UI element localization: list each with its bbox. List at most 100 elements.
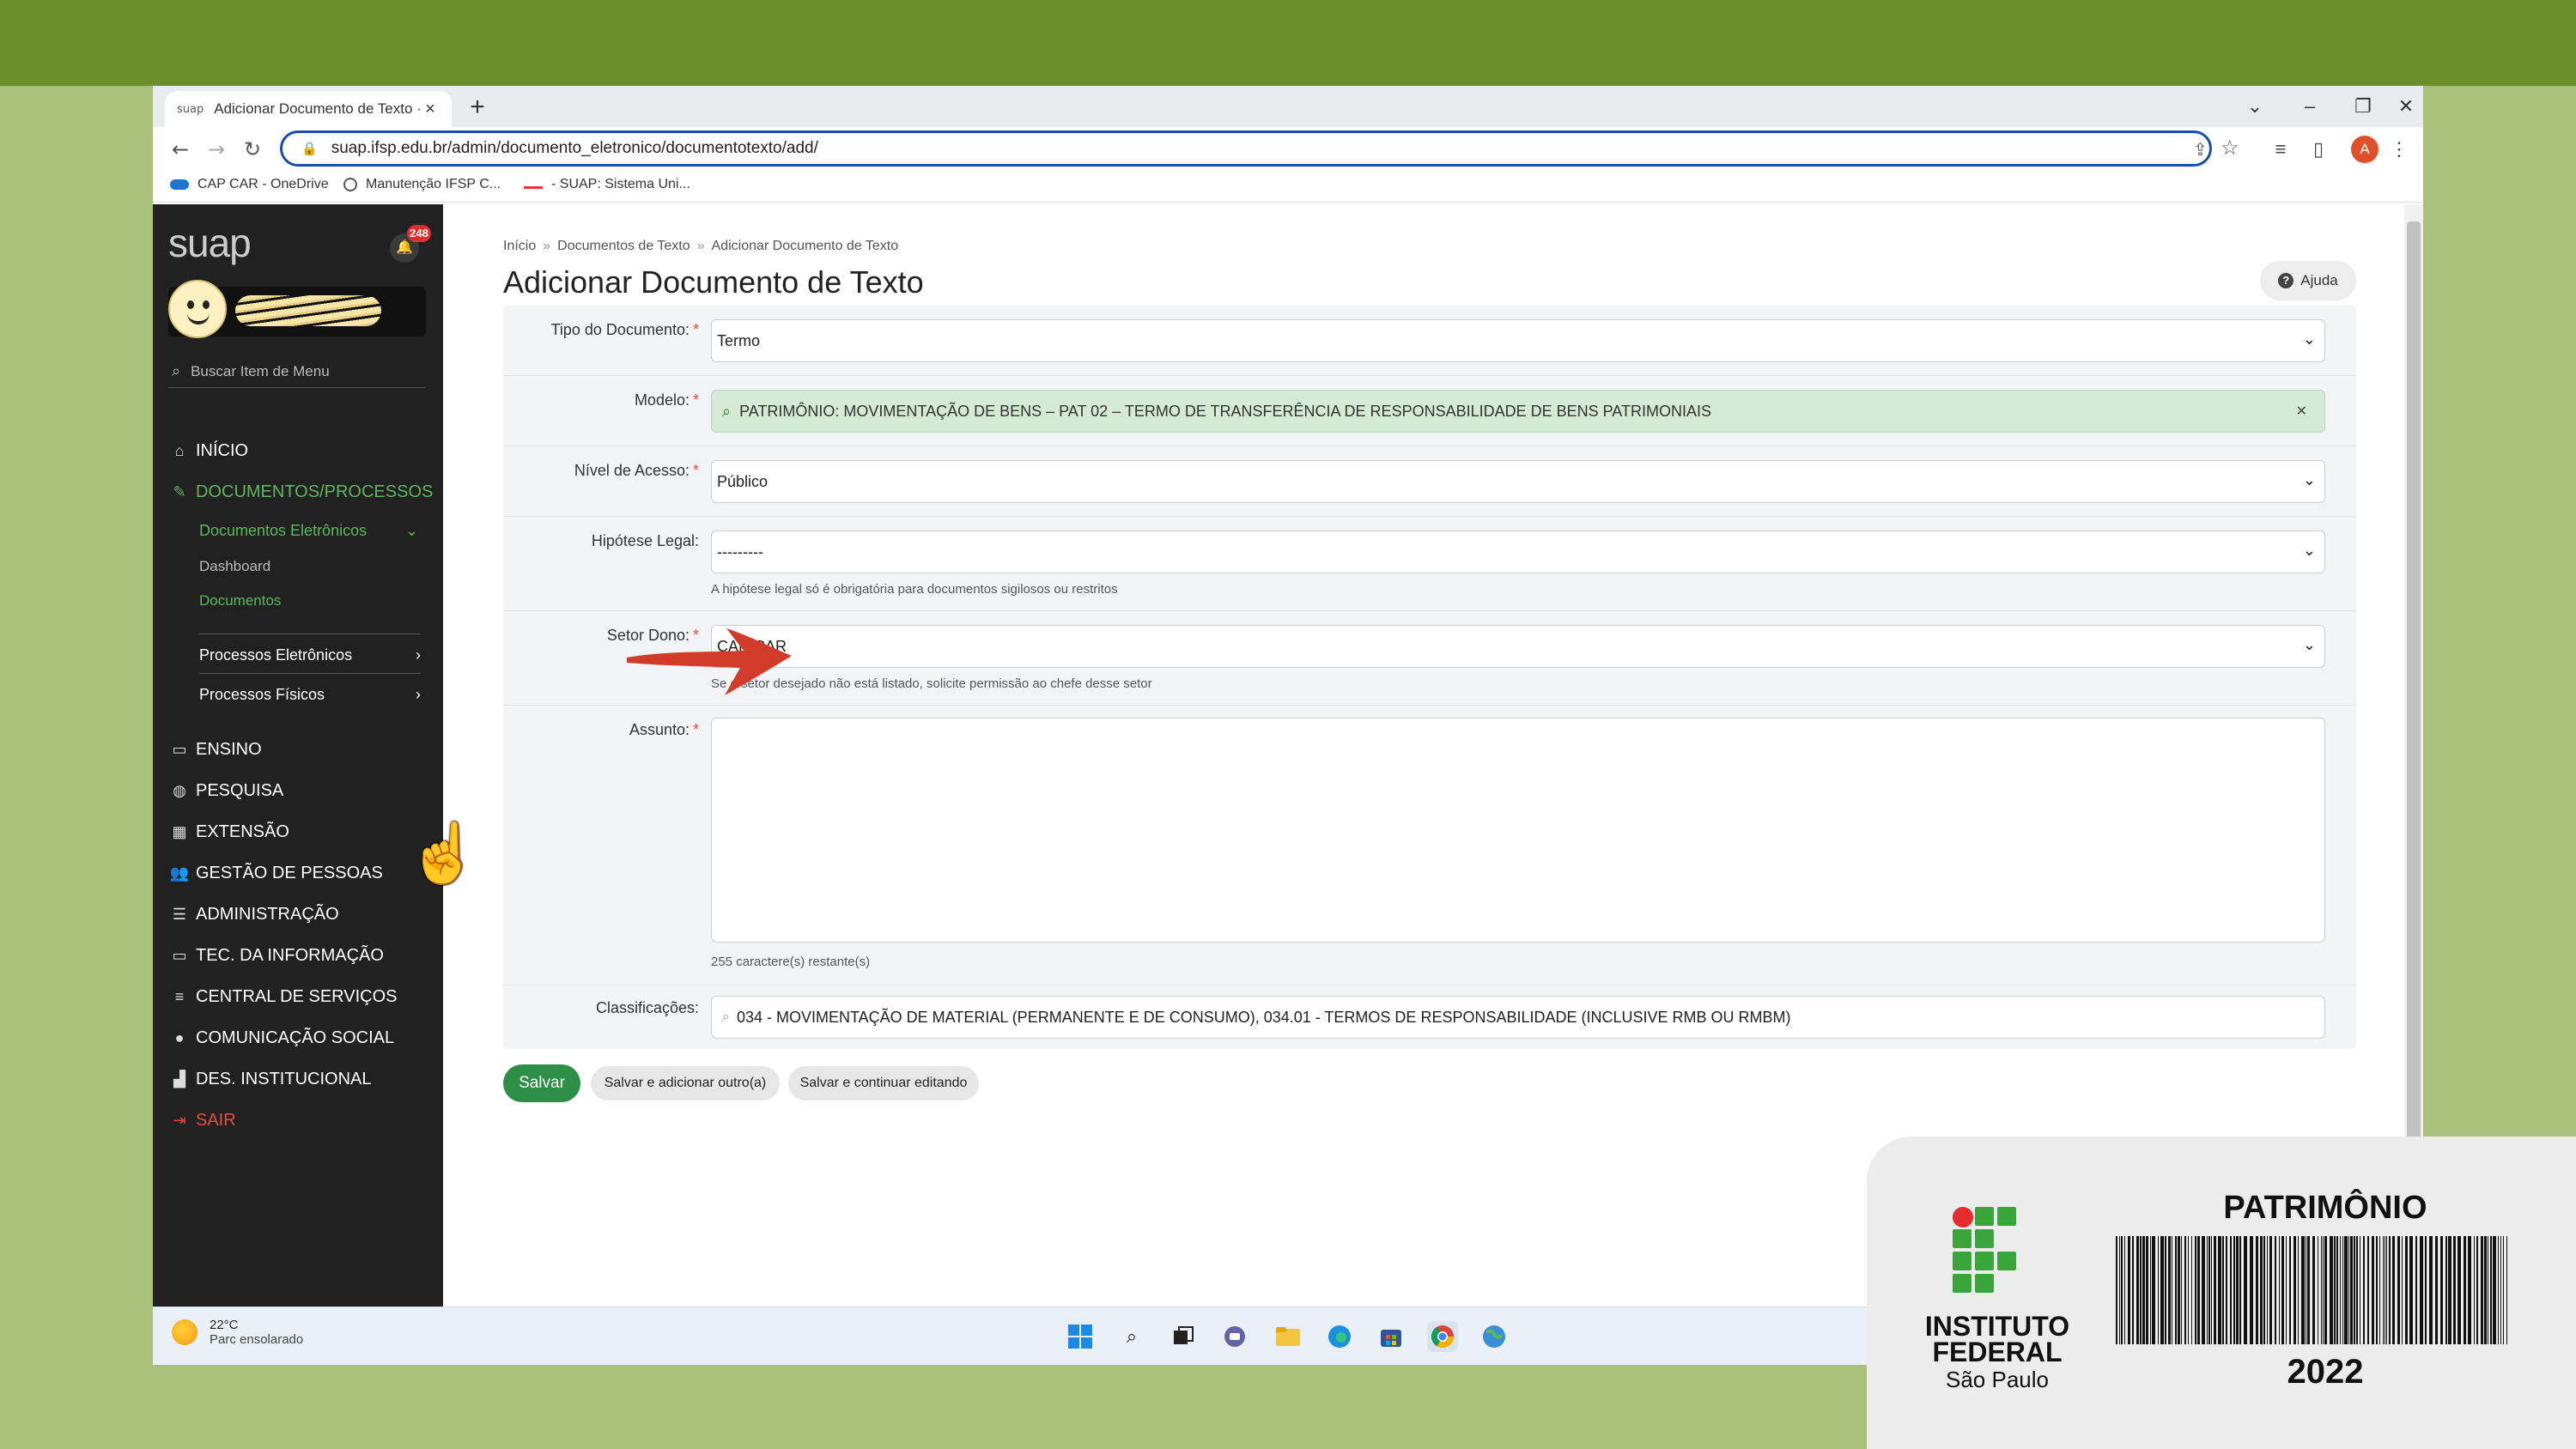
cloud-icon: [170, 179, 189, 190]
chevron-down-icon: ⌄: [2302, 471, 2316, 488]
save-button[interactable]: Salvar: [503, 1064, 580, 1102]
side-panel-icon[interactable]: ▯: [2303, 134, 2334, 165]
sidebar-item-des-institucional[interactable]: ▟ DES. INSTITUCIONAL: [168, 1070, 371, 1089]
new-tab-icon[interactable]: +: [460, 91, 495, 125]
chevron-down-icon: ⌄: [2302, 330, 2316, 348]
close-tab-icon[interactable]: ×: [421, 100, 440, 119]
bookmark-star-icon[interactable]: ☆: [2221, 136, 2239, 161]
sidebar-item-sair[interactable]: ⇥ SAIR: [168, 1111, 235, 1131]
bookmark-onedrive[interactable]: CAP CAR - OneDrive: [170, 177, 329, 192]
weather-condition: Parc ensolarado: [210, 1332, 304, 1347]
suap-favicon-icon: [524, 180, 543, 189]
setor-select[interactable]: CAP-CAR ⌄: [711, 625, 2325, 668]
globe-app-icon[interactable]: [1479, 1321, 1510, 1352]
users-icon: 👥: [169, 864, 190, 882]
sidebar-item-tec-informacao[interactable]: ▭ TEC. DA INFORMAÇÃO: [168, 946, 383, 966]
edge-icon[interactable]: [1324, 1321, 1355, 1352]
hand-cursor-icon: ☝: [407, 821, 480, 886]
sidebar-item-gestao-pessoas[interactable]: 👥 GESTÃO DE PESSOAS: [168, 864, 383, 883]
notification-badge: 248: [407, 225, 431, 242]
row-modelo: Modelo: * ⌕ PATRIMÔNIO: MOVIMENTAÇÃO DE B…: [503, 376, 2356, 446]
tab-title: Adicionar Documento de Texto ·: [214, 100, 421, 117]
tab-active[interactable]: suap Adicionar Documento de Texto · ×: [165, 91, 452, 127]
breadcrumb-documentos[interactable]: Documentos de Texto: [557, 239, 690, 253]
sidebar-item-extensao[interactable]: ▦ EXTENSÃO: [168, 822, 289, 842]
task-view-icon[interactable]: [1168, 1321, 1199, 1352]
sidebar-item-central-servicos[interactable]: ≡ CENTRAL DE SERVIÇOS: [168, 987, 398, 1007]
bookmark-suap[interactable]: - SUAP: Sistema Uni...: [524, 177, 690, 192]
weather-temp: 22°C: [210, 1318, 239, 1332]
sidebar-item-administracao[interactable]: ☰ ADMINISTRAÇÃO: [168, 905, 339, 925]
windows-start-icon[interactable]: [1065, 1321, 1096, 1352]
chevron-right-icon: ›: [416, 686, 421, 703]
forward-icon[interactable]: →: [201, 134, 232, 165]
label-tipo: Tipo do Documento: *: [550, 321, 699, 338]
sidebar-item-inicio[interactable]: ⌂ INÍCIO: [168, 441, 249, 461]
globe-icon: ◍: [173, 782, 186, 799]
sidebar-item-documentos-processos[interactable]: ✎ DOCUMENTOS/PROCESSOS: [168, 482, 433, 502]
classificacoes-field[interactable]: ⌕ 034 - MOVIMENTAÇÃO DE MATERIAL (PERMAN…: [711, 996, 2325, 1039]
modelo-field[interactable]: ⌕ PATRIMÔNIO: MOVIMENTAÇÃO DE BENS – PAT…: [711, 390, 2325, 433]
row-classificacoes: Classificações: ⌕ 034 - MOVIMENTAÇÃO DE …: [503, 985, 2356, 1049]
chrome-icon[interactable]: [1427, 1321, 1458, 1352]
address-bar[interactable]: 🔒 suap.ifsp.edu.br/admin/documento_eletr…: [280, 130, 2212, 167]
sidebar-sub-processos-eletronicos[interactable]: Processos Eletrônicos ›: [199, 634, 421, 664]
assunto-char-count: 255 caractere(s) restante(s): [711, 955, 871, 969]
suap-logo[interactable]: suap: [168, 220, 252, 266]
reload-icon[interactable]: ↻: [237, 134, 268, 165]
minimize-icon[interactable]: –: [2284, 86, 2336, 127]
search-icon: ⌕: [722, 1009, 730, 1024]
tipo-select[interactable]: Termo ⌄: [711, 319, 2325, 362]
institution-name: INSTITUTO FEDERAL: [1924, 1311, 2070, 1367]
weather-widget[interactable]: 22°C Parc ensolarado: [172, 1318, 303, 1347]
bars-icon: ≡: [174, 988, 185, 1005]
red-arrow-annotation: [627, 628, 792, 695]
save-add-another-button[interactable]: Salvar e adicionar outro(a): [591, 1066, 780, 1100]
browser-toolbar: ← → ↻ 🔒 suap.ifsp.edu.br/admin/documento…: [153, 127, 2423, 172]
comment-icon: ●: [174, 1029, 185, 1046]
chat-icon[interactable]: [1219, 1321, 1250, 1352]
redacted-username: [235, 295, 381, 326]
share-icon[interactable]: ⇪: [2193, 139, 2208, 161]
help-button[interactable]: ? Ajuda: [2260, 261, 2356, 300]
store-icon[interactable]: [1376, 1321, 1406, 1352]
sidebar-item-ensino[interactable]: ▭ ENSINO: [168, 740, 261, 760]
sidebar-sub-documentos-eletronicos[interactable]: Documentos Eletrônicos ⌄: [199, 522, 418, 540]
sidebar-sub-documentos[interactable]: Documentos: [199, 592, 281, 609]
patrimonio-year: 2022: [2287, 1353, 2364, 1391]
menu-search-input[interactable]: ⌕ Buscar Item de Menu: [168, 355, 426, 388]
hipotese-select[interactable]: --------- ⌄: [711, 530, 2325, 573]
row-hipotese: Hipótese Legal: --------- ⌄ A hipótese l…: [503, 517, 2356, 611]
building-icon: ▦: [172, 823, 187, 840]
sun-icon: [172, 1319, 197, 1345]
tab-search-chevron-icon[interactable]: ⌄: [2229, 86, 2281, 127]
close-window-icon[interactable]: ✕: [2380, 86, 2423, 127]
menu-kebab-icon[interactable]: ⋮: [2384, 134, 2415, 165]
row-tipo: Tipo do Documento: * Termo ⌄: [503, 306, 2356, 376]
laptop-icon: ▭: [172, 947, 187, 964]
edit-icon: ✎: [173, 483, 186, 500]
bookmark-manutencao[interactable]: Manutenção IFSP C...: [343, 177, 501, 192]
row-nivel: Nível de Acesso: * Público ⌄: [503, 446, 2356, 517]
file-explorer-icon[interactable]: [1273, 1321, 1303, 1352]
profile-avatar[interactable]: A: [2351, 136, 2379, 163]
reading-list-icon[interactable]: ≡: [2265, 134, 2296, 165]
label-assunto: Assunto: *: [629, 721, 699, 738]
save-continue-button[interactable]: Salvar e continuar editando: [788, 1066, 979, 1100]
scrollbar-thumb[interactable]: [2407, 221, 2421, 1286]
assunto-textarea[interactable]: [711, 718, 2325, 943]
sidebar-sub-processos-fisicos[interactable]: Processos Físicos ›: [199, 673, 421, 704]
menu-search-placeholder: Buscar Item de Menu: [191, 362, 330, 379]
sidebar-sub-dashboard[interactable]: Dashboard: [199, 558, 270, 575]
patrimonio-card: INSTITUTO FEDERAL São Paulo PATRIMÔNIO 2…: [1867, 1137, 2576, 1449]
label-nivel: Nível de Acesso: *: [574, 462, 699, 479]
clear-icon[interactable]: ✕: [2296, 403, 2307, 420]
sidebar-item-comunicacao-social[interactable]: ● COMUNICAÇÃO SOCIAL: [168, 1028, 395, 1048]
nivel-select[interactable]: Público ⌄: [711, 460, 2325, 503]
sidebar-item-pesquisa[interactable]: ◍ PESQUISA: [168, 781, 283, 801]
search-icon[interactable]: ⌕: [1116, 1321, 1147, 1352]
page-title: Adicionar Documento de Texto: [503, 264, 924, 300]
breadcrumb-inicio[interactable]: Início: [503, 239, 536, 253]
label-classificacoes: Classificações:: [595, 999, 699, 1016]
back-icon[interactable]: ←: [165, 134, 196, 165]
